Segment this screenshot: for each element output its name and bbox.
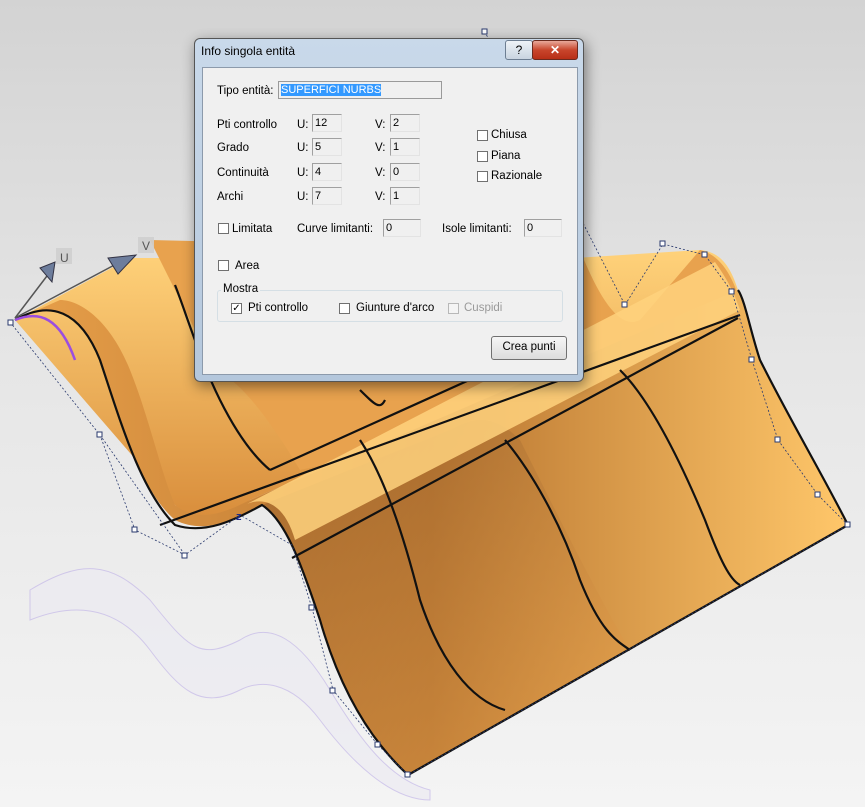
giunture-checkbox[interactable]: [339, 303, 350, 314]
grado-u-field[interactable]: 5: [312, 138, 342, 156]
cuspidi-checkbox: [448, 303, 459, 314]
v-prefix: V:: [375, 119, 386, 131]
u-prefix: U:: [297, 191, 309, 203]
pti-controllo-label: Pti controllo: [248, 302, 309, 314]
tipo-entita-label: Tipo entità:: [217, 85, 274, 97]
row-label-grado: Grado: [217, 142, 249, 154]
v-prefix: V:: [375, 142, 386, 154]
archi-v-field[interactable]: 1: [390, 187, 420, 205]
help-button[interactable]: ?: [505, 40, 533, 60]
mostra-group: Mostra ✓ Pti controllo Giunture d'arco C…: [217, 283, 563, 322]
piana-label: Piana: [491, 150, 521, 162]
cuspidi-label: Cuspidi: [464, 302, 503, 314]
pti-controllo-v-field[interactable]: 2: [390, 114, 420, 132]
archi-u-field[interactable]: 7: [312, 187, 342, 205]
u-arrow-icon: [39, 261, 56, 284]
tipo-entita-value: SUPERFICI NURBS: [281, 84, 382, 96]
mostra-label: Mostra: [221, 283, 261, 295]
chiusa-label: Chiusa: [491, 129, 527, 141]
row-label-continuita: Continuità: [217, 167, 269, 179]
limitata-label: Limitata: [232, 223, 273, 235]
u-prefix: U:: [297, 167, 309, 179]
dialog-body: Tipo entità: SUPERFICI NURBS Pti control…: [202, 67, 578, 375]
curve-limitanti-label: Curve limitanti:: [297, 223, 374, 235]
giunture-label: Giunture d'arco: [356, 302, 435, 314]
area-checkbox[interactable]: [218, 260, 229, 271]
chiusa-checkbox[interactable]: [477, 130, 488, 141]
info-dialog: Info singola entità ? ✕ Tipo entità: SUP…: [194, 38, 584, 382]
u-prefix: U:: [297, 119, 309, 131]
axis-z-label: z: [236, 511, 242, 523]
v-prefix: V:: [375, 191, 386, 203]
pti-controllo-u-field[interactable]: 12: [312, 114, 342, 132]
razionale-label: Razionale: [491, 170, 543, 182]
pti-controllo-checkbox[interactable]: ✓: [231, 303, 242, 314]
axis-u-label: U: [60, 251, 69, 265]
isole-limitanti-label: Isole limitanti:: [442, 223, 512, 235]
curve-limitanti-field[interactable]: 0: [383, 219, 421, 237]
u-prefix: U:: [297, 142, 309, 154]
v-prefix: V:: [375, 167, 386, 179]
isole-limitanti-field[interactable]: 0: [524, 219, 562, 237]
limitata-checkbox[interactable]: [218, 223, 229, 234]
razionale-checkbox[interactable]: [477, 171, 488, 182]
continuita-u-field[interactable]: 4: [312, 163, 342, 181]
area-label: Area: [235, 260, 260, 272]
tipo-entita-field[interactable]: SUPERFICI NURBS: [278, 81, 442, 99]
dialog-title: Info singola entità: [201, 44, 296, 58]
grado-v-field[interactable]: 1: [390, 138, 420, 156]
axis-v-label: V: [142, 239, 150, 253]
crea-punti-button[interactable]: Crea punti: [491, 336, 567, 360]
continuita-v-field[interactable]: 0: [390, 163, 420, 181]
row-label-archi: Archi: [217, 191, 244, 203]
row-label-pti-controllo: Pti controllo: [217, 119, 278, 131]
close-button[interactable]: ✕: [532, 40, 578, 60]
piana-checkbox[interactable]: [477, 151, 488, 162]
